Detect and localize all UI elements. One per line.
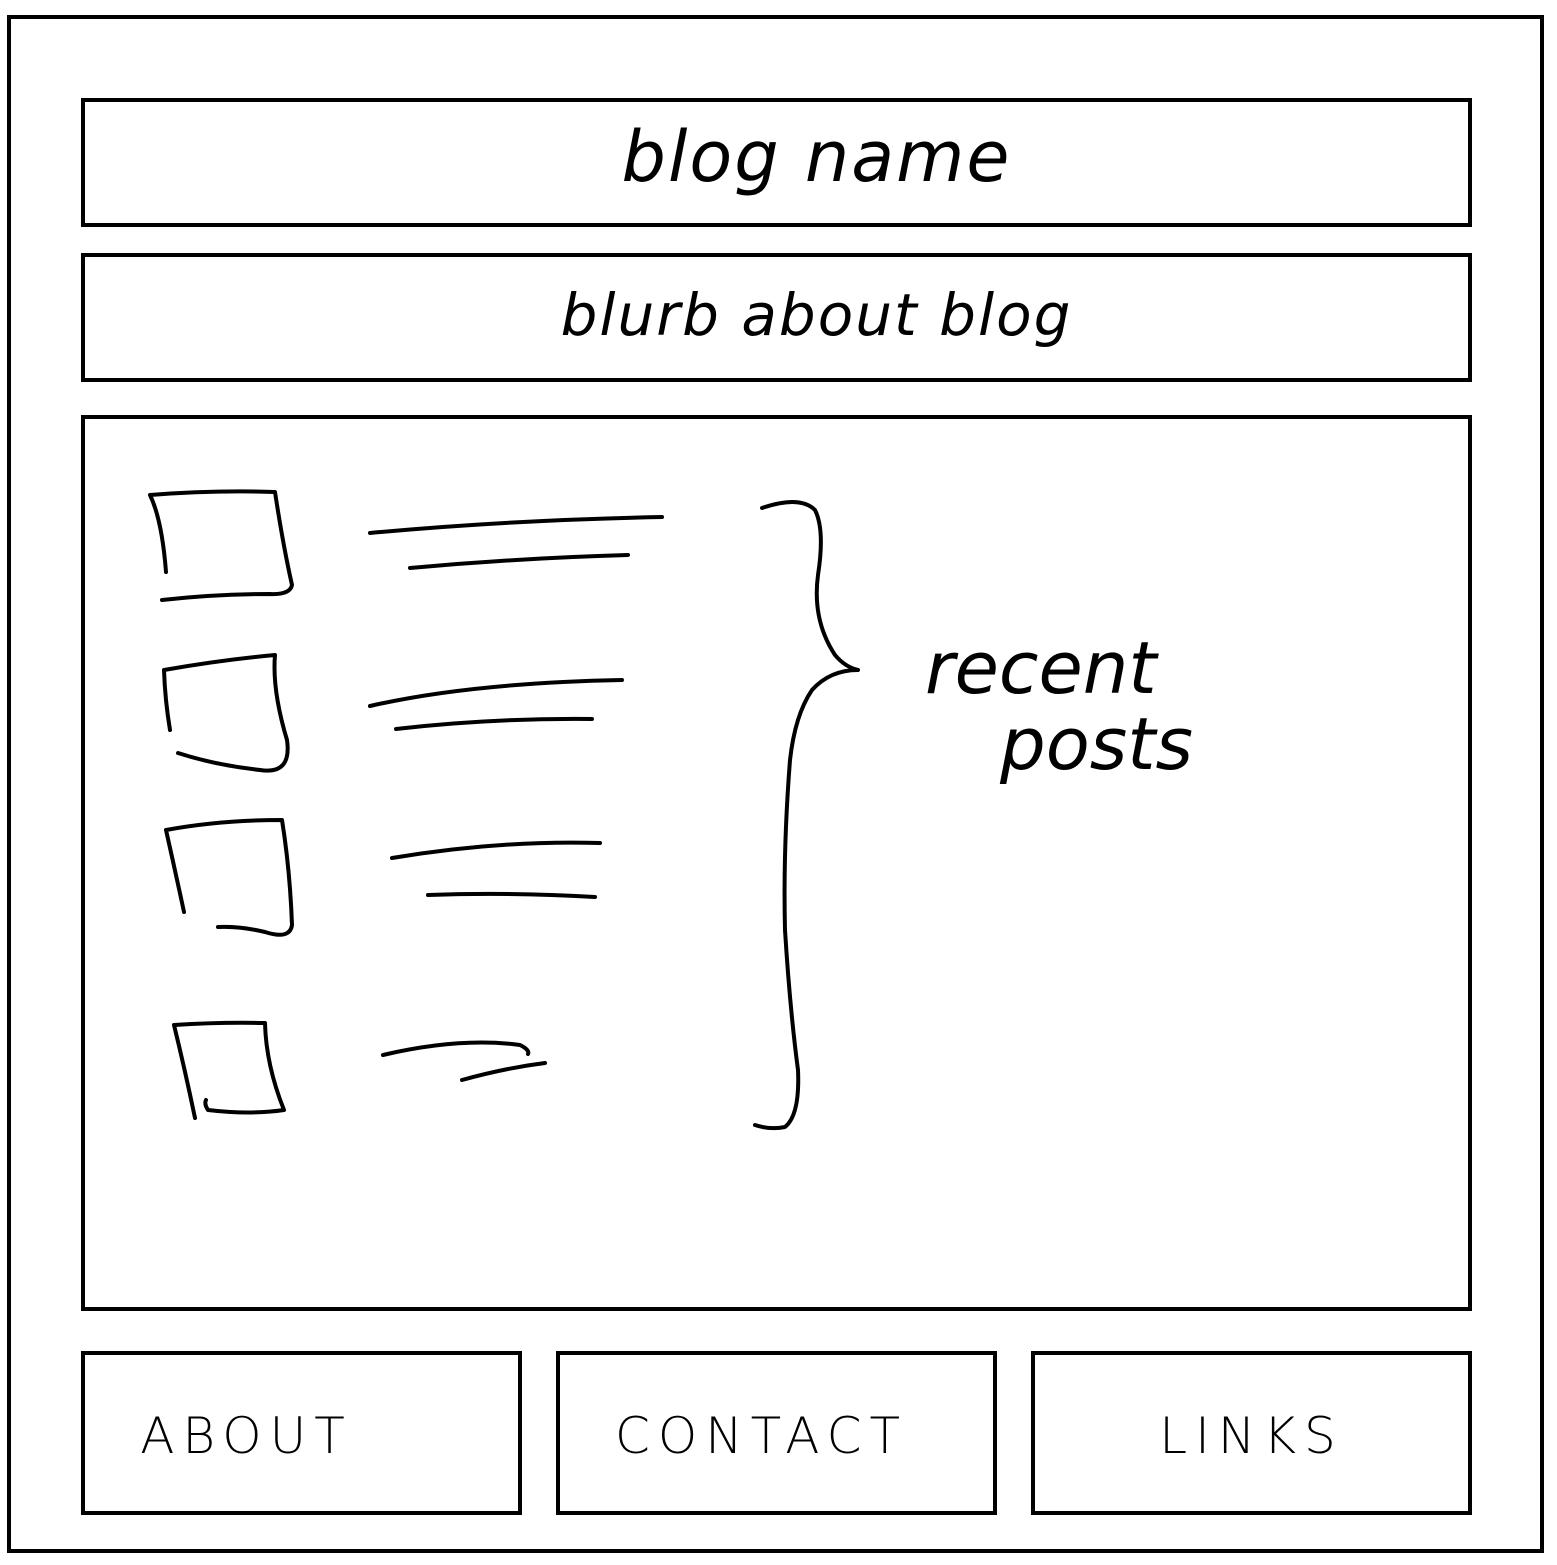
- annotation-line-2: posts: [1000, 702, 1194, 786]
- nav-contact-label: CONTACT: [614, 1407, 909, 1465]
- recent-posts-annotation: recent posts: [925, 630, 1193, 782]
- recent-posts-panel: [81, 415, 1472, 1311]
- annotation-line-1: recent: [925, 626, 1157, 710]
- nav-contact-button[interactable]: CONTACT: [556, 1351, 997, 1515]
- blog-blurb: blurb about blog: [560, 281, 1073, 349]
- blog-name[interactable]: blog name: [125, 116, 1508, 198]
- blog-blurb-panel: blurb about blog: [81, 253, 1472, 382]
- nav-links-button[interactable]: LINKS: [1031, 1351, 1472, 1515]
- blog-header: blog name: [81, 98, 1472, 227]
- nav-about-button[interactable]: ABOUT: [81, 1351, 522, 1515]
- nav-links-label: LINKS: [1159, 1407, 1344, 1465]
- nav-about-label: ABOUT: [140, 1407, 353, 1465]
